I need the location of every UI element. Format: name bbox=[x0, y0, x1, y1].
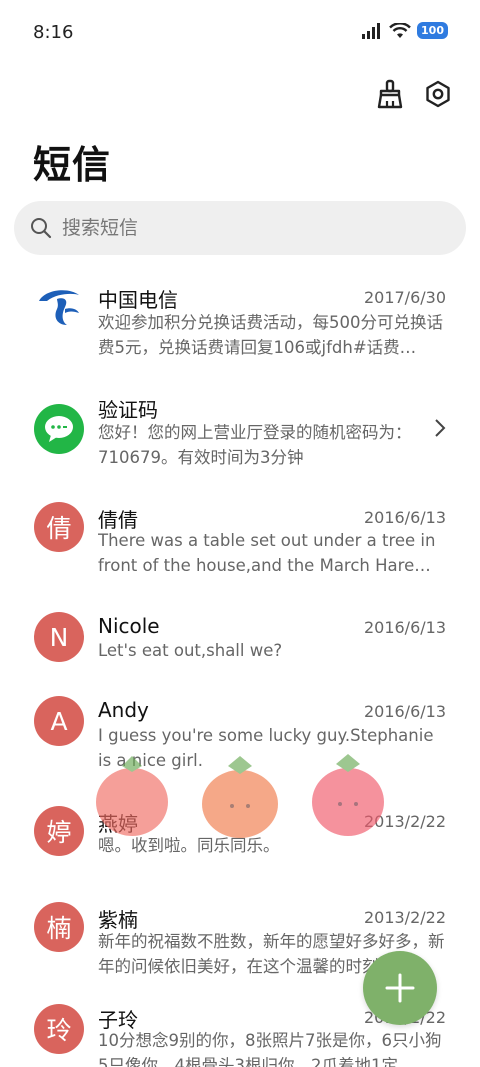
conversation-item[interactable]: 倩 倩倩 2016/6/13 There was a table set out… bbox=[0, 490, 480, 590]
conversation-date: 2013/2/22 bbox=[363, 812, 446, 831]
status-time: 8:16 bbox=[33, 22, 74, 43]
conversation-name: Andy bbox=[98, 698, 149, 722]
top-actions bbox=[374, 78, 454, 110]
conversation-preview: 您好！您的网上营业厅登录的随机密码为：710679。有效时间为3分钟 bbox=[98, 423, 412, 467]
conversation-name: Nicole bbox=[98, 614, 160, 638]
search-bar[interactable] bbox=[14, 201, 466, 255]
conversation-preview: Let's eat out,shall we? bbox=[98, 641, 283, 660]
wifi-icon bbox=[389, 22, 411, 38]
avatar bbox=[34, 282, 84, 332]
conversation-preview: 欢迎参加积分兑换话费活动，每500分可兑换话费5元，兑换话费请回复106或jfd… bbox=[98, 313, 443, 357]
avatar: 倩 bbox=[34, 502, 84, 552]
avatar: 楠 bbox=[34, 902, 84, 952]
battery-badge: 100 bbox=[417, 22, 448, 39]
avatar: N bbox=[34, 612, 84, 662]
avatar: 玲 bbox=[34, 1004, 84, 1054]
conversation-item[interactable]: 婷 燕婷 2013/2/22 嗯。收到啦。同乐同乐。 bbox=[0, 792, 480, 892]
conversation-date: 2016/6/13 bbox=[363, 702, 446, 721]
conversation-date: 2016/6/13 bbox=[363, 508, 446, 527]
conversation-item[interactable]: A Andy 2016/6/13 I guess you're some luc… bbox=[0, 688, 480, 788]
conversation-name: 验证码 bbox=[98, 398, 158, 422]
cleanup-button[interactable] bbox=[374, 78, 406, 110]
broom-icon bbox=[377, 79, 403, 109]
avatar: A bbox=[34, 696, 84, 746]
status-bar: 8:16 100 bbox=[0, 0, 480, 68]
china-telecom-logo-icon bbox=[39, 290, 79, 325]
hexagon-gear-icon bbox=[426, 80, 450, 108]
conversation-preview: 嗯。收到啦。同乐同乐。 bbox=[98, 836, 280, 855]
conversation-item[interactable]: N Nicole 2016/6/13 Let's eat out,shall w… bbox=[0, 600, 480, 700]
conversation-name: 中国电信 bbox=[98, 288, 178, 312]
conversation-date: 2016/6/13 bbox=[363, 618, 446, 637]
conversation-preview: I guess you're some lucky guy.Stephanie … bbox=[98, 726, 434, 770]
settings-button[interactable] bbox=[422, 78, 454, 110]
conversation-date: 2013/2/22 bbox=[363, 908, 446, 927]
page-title: 短信 bbox=[33, 143, 112, 187]
status-icons: 100 bbox=[361, 22, 448, 39]
plus-icon bbox=[385, 973, 415, 1003]
search-input[interactable] bbox=[62, 217, 442, 239]
conversation-preview: There was a table set out under a tree i… bbox=[98, 531, 436, 575]
conversation-date: 2017/6/30 bbox=[363, 288, 446, 307]
new-message-button[interactable] bbox=[363, 951, 437, 1025]
chat-bubble-icon bbox=[45, 416, 73, 442]
avatar: 婷 bbox=[34, 806, 84, 856]
avatar bbox=[34, 404, 84, 454]
signal-icon bbox=[362, 22, 381, 39]
conversation-item[interactable]: 中国电信 2017/6/30 欢迎参加积分兑换话费活动，每500分可兑换话费5元… bbox=[0, 270, 480, 370]
search-icon bbox=[31, 218, 52, 239]
conversation-item[interactable]: 验证码 您好！您的网上营业厅登录的随机密码为：710679。有效时间为3分钟 bbox=[0, 380, 480, 480]
chevron-right-icon[interactable] bbox=[434, 418, 446, 438]
conversation-preview: 10分想念9别的你，8张照片7张是你，6只小狗5只像你，4根骨头3根归你，2爪着… bbox=[98, 1031, 442, 1067]
